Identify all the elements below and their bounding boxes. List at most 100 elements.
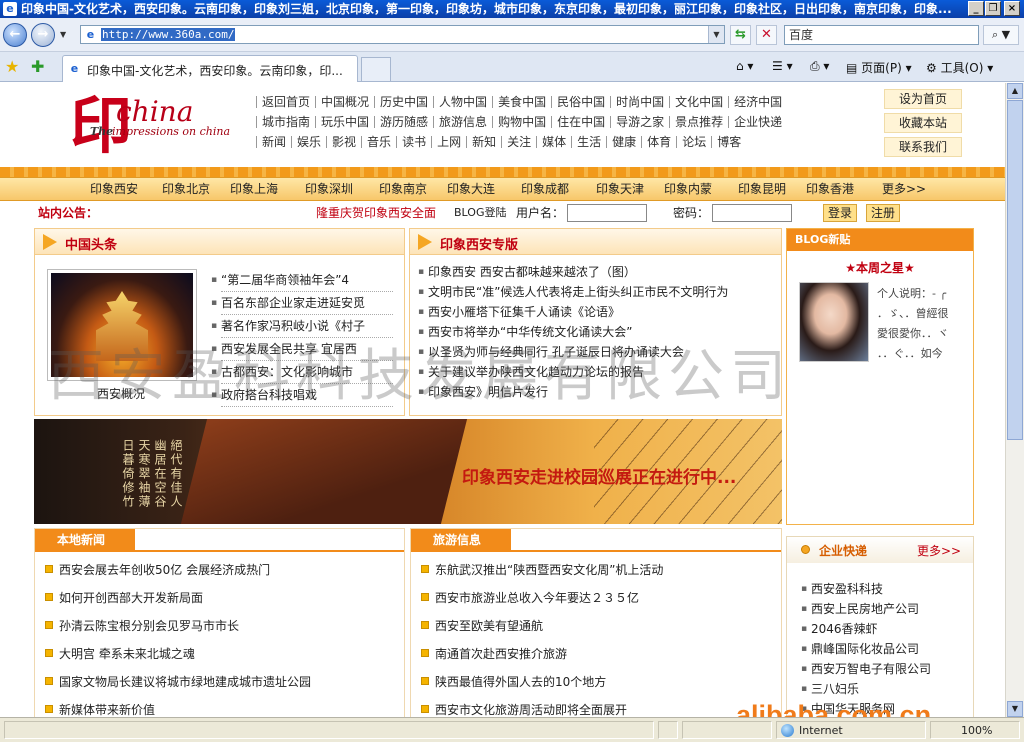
list-item[interactable]: 关于建议举办陕西文化趋动力论坛的报告 — [418, 362, 778, 382]
list-item[interactable]: 国家文物局长建议将城市绿地建成城市遗址公园 — [45, 671, 399, 699]
nav-link[interactable]: 旅游信息 — [433, 116, 492, 128]
list-item[interactable]: 2046香辣虾 — [801, 619, 971, 639]
print-icon[interactable]: ⎙ ▾ — [810, 59, 829, 74]
nav-link[interactable]: 博客 — [711, 136, 746, 148]
city-link[interactable]: 印象香港 — [806, 178, 854, 200]
city-link[interactable]: 印象上海 — [230, 178, 278, 200]
city-link[interactable]: 印象成都 — [521, 178, 569, 200]
list-item[interactable]: 新媒体带来新价值 — [45, 699, 399, 717]
nav-link[interactable]: 读书 — [396, 136, 431, 148]
home-icon[interactable]: ⌂ ▾ — [736, 59, 753, 73]
nav-link[interactable]: 企业快递 — [728, 116, 787, 128]
list-item[interactable]: 西安市将举办“中华传统文化诵读大会” — [418, 322, 778, 342]
contact-link[interactable]: 联系我们 — [884, 137, 962, 157]
nav-link[interactable]: 导游之家 — [610, 116, 669, 128]
list-item[interactable]: 著名作家冯积岐小说《村子 — [211, 315, 393, 338]
city-link[interactable]: 印象西安 — [90, 178, 138, 200]
list-item[interactable]: “第二届华商领袖年会”4 — [211, 269, 393, 292]
nav-link[interactable]: 景点推荐 — [669, 116, 728, 128]
list-item[interactable]: 南通首次赴西安推介旅游 — [421, 643, 775, 671]
nav-link[interactable]: 时尚中国 — [610, 96, 669, 108]
list-item[interactable]: 西安至欧美有望通航 — [421, 615, 775, 643]
login-button[interactable]: 登录 — [823, 204, 858, 222]
bookmark-link[interactable]: 收藏本站 — [884, 113, 962, 133]
refresh-button[interactable]: ⇆ — [730, 25, 751, 45]
list-item[interactable]: 孙清云陈宝根分别会见罗马市市长 — [45, 615, 399, 643]
list-item[interactable]: 西安发展全民共享 宜居西 — [211, 338, 393, 361]
nav-link[interactable]: 返回首页 — [256, 96, 315, 108]
scroll-down-icon[interactable]: ▼ — [1007, 701, 1023, 717]
history-dropdown-icon[interactable]: ▼ — [60, 30, 66, 39]
list-item[interactable]: 西安市文化旅游周活动即将全面展开 — [421, 699, 775, 717]
nav-link[interactable]: 历史中国 — [374, 96, 433, 108]
close-window-button[interactable]: × — [1004, 1, 1020, 16]
username-input[interactable] — [567, 204, 647, 222]
list-item[interactable]: 西安上民房地产公司 — [801, 599, 971, 619]
nav-link[interactable]: 住在中国 — [551, 116, 610, 128]
search-button[interactable]: ⌕ ▼ — [983, 25, 1019, 45]
nav-link[interactable]: 中国概况 — [315, 96, 374, 108]
forward-button[interactable]: → — [31, 23, 55, 47]
list-item[interactable]: 西安会展去年创收50亿 会展经济成热门 — [45, 559, 399, 587]
site-logo[interactable]: 印 china The impressions on china — [66, 85, 236, 165]
nav-link[interactable]: 新闻 — [256, 136, 291, 148]
list-item[interactable]: 东航武汉推出“陕西暨西安文化周”机上活动 — [421, 559, 775, 587]
password-input[interactable] — [712, 204, 792, 222]
back-button[interactable]: ← — [3, 23, 27, 47]
city-link[interactable]: 印象南京 — [379, 178, 427, 200]
address-input[interactable]: e http://www.360a.com/ ▼ — [80, 25, 725, 44]
city-link[interactable]: 印象大连 — [447, 178, 495, 200]
register-button[interactable]: 注册 — [866, 204, 901, 222]
scroll-thumb[interactable] — [1007, 100, 1023, 440]
feeds-icon[interactable]: ☰ ▾ — [772, 59, 793, 73]
nav-link[interactable]: 游历随感 — [374, 116, 433, 128]
list-item[interactable]: 文明市民“准”候选人代表将走上街头纠正市民不文明行为 — [418, 282, 778, 302]
list-item[interactable]: 古都西安：文化影响城市 — [211, 361, 393, 384]
nav-link[interactable]: 经济中国 — [728, 96, 787, 108]
list-item[interactable]: 如何开创西部大开发新局面 — [45, 587, 399, 615]
notice-ticker[interactable]: 隆重庆贺印象西安全面 — [316, 202, 436, 224]
photo-caption[interactable]: 西安概况 — [97, 385, 145, 402]
security-zone[interactable]: Internet — [776, 721, 926, 739]
list-item[interactable]: 百名东部企业家走进延安觅 — [211, 292, 393, 315]
nav-link[interactable]: 美食中国 — [492, 96, 551, 108]
nav-link[interactable]: 生活 — [571, 136, 606, 148]
scroll-up-icon[interactable]: ▲ — [1007, 83, 1023, 99]
list-item[interactable]: 西安小雁塔下征集千人诵读《论语》 — [418, 302, 778, 322]
search-input[interactable]: 百度 — [784, 25, 979, 45]
nav-link[interactable]: 音乐 — [361, 136, 396, 148]
list-item[interactable]: 西安盈科科技 — [801, 579, 971, 599]
nav-link[interactable]: 玩乐中国 — [315, 116, 374, 128]
nav-link[interactable]: 文化中国 — [669, 96, 728, 108]
new-tab-button[interactable] — [361, 57, 391, 81]
stop-button[interactable]: ✕ — [756, 25, 777, 45]
zoom-control[interactable]: 100% — [930, 721, 1020, 739]
list-item[interactable]: 三八妇乐 — [801, 679, 971, 699]
city-link[interactable]: 印象内蒙 — [664, 178, 712, 200]
blog-intro[interactable]: 个人说明：- ╭ ．ゞ、．曾經很 愛很愛你．．ヾ ．．ぐ．．如今 — [877, 284, 967, 364]
nav-link[interactable]: 城市指南 — [256, 116, 315, 128]
set-homepage-link[interactable]: 设为首页 — [884, 89, 962, 109]
list-item[interactable]: 印象西安》明信片发行 — [418, 382, 778, 402]
nav-link[interactable]: 人物中国 — [433, 96, 492, 108]
vertical-scrollbar[interactable]: ▲ ▼ — [1005, 83, 1024, 717]
address-dropdown-icon[interactable]: ▼ — [708, 26, 724, 43]
list-item[interactable]: 鼎峰国际化妆品公司 — [801, 639, 971, 659]
city-more-link[interactable]: 更多>> — [882, 178, 926, 200]
list-item[interactable]: 以圣贤为师与经典同行 孔子诞辰日将办诵读大会 — [418, 342, 778, 362]
tab-current[interactable]: e 印象中国-文化艺术，西安印象。云南印象，印... — [62, 55, 358, 82]
favorites-star-icon[interactable]: ★ — [5, 57, 19, 76]
tools-menu[interactable]: ⚙ 工具(O) ▾ — [926, 59, 993, 76]
nav-link[interactable]: 购物中国 — [492, 116, 551, 128]
nav-link[interactable]: 娱乐 — [291, 136, 326, 148]
nav-link[interactable]: 体育 — [641, 136, 676, 148]
list-item[interactable]: 陕西最值得外国人去的10个地方 — [421, 671, 775, 699]
nav-link[interactable]: 影视 — [326, 136, 361, 148]
list-item[interactable]: 西安市旅游业总收入今年要达２３５亿 — [421, 587, 775, 615]
nav-link[interactable]: 民俗中国 — [551, 96, 610, 108]
nav-link[interactable]: 关注 — [501, 136, 536, 148]
restore-button[interactable]: ❐ — [985, 1, 1001, 16]
page-menu[interactable]: ▤ 页面(P) ▾ — [846, 59, 912, 76]
city-link[interactable]: 印象北京 — [162, 178, 210, 200]
city-link[interactable]: 印象深圳 — [305, 178, 353, 200]
